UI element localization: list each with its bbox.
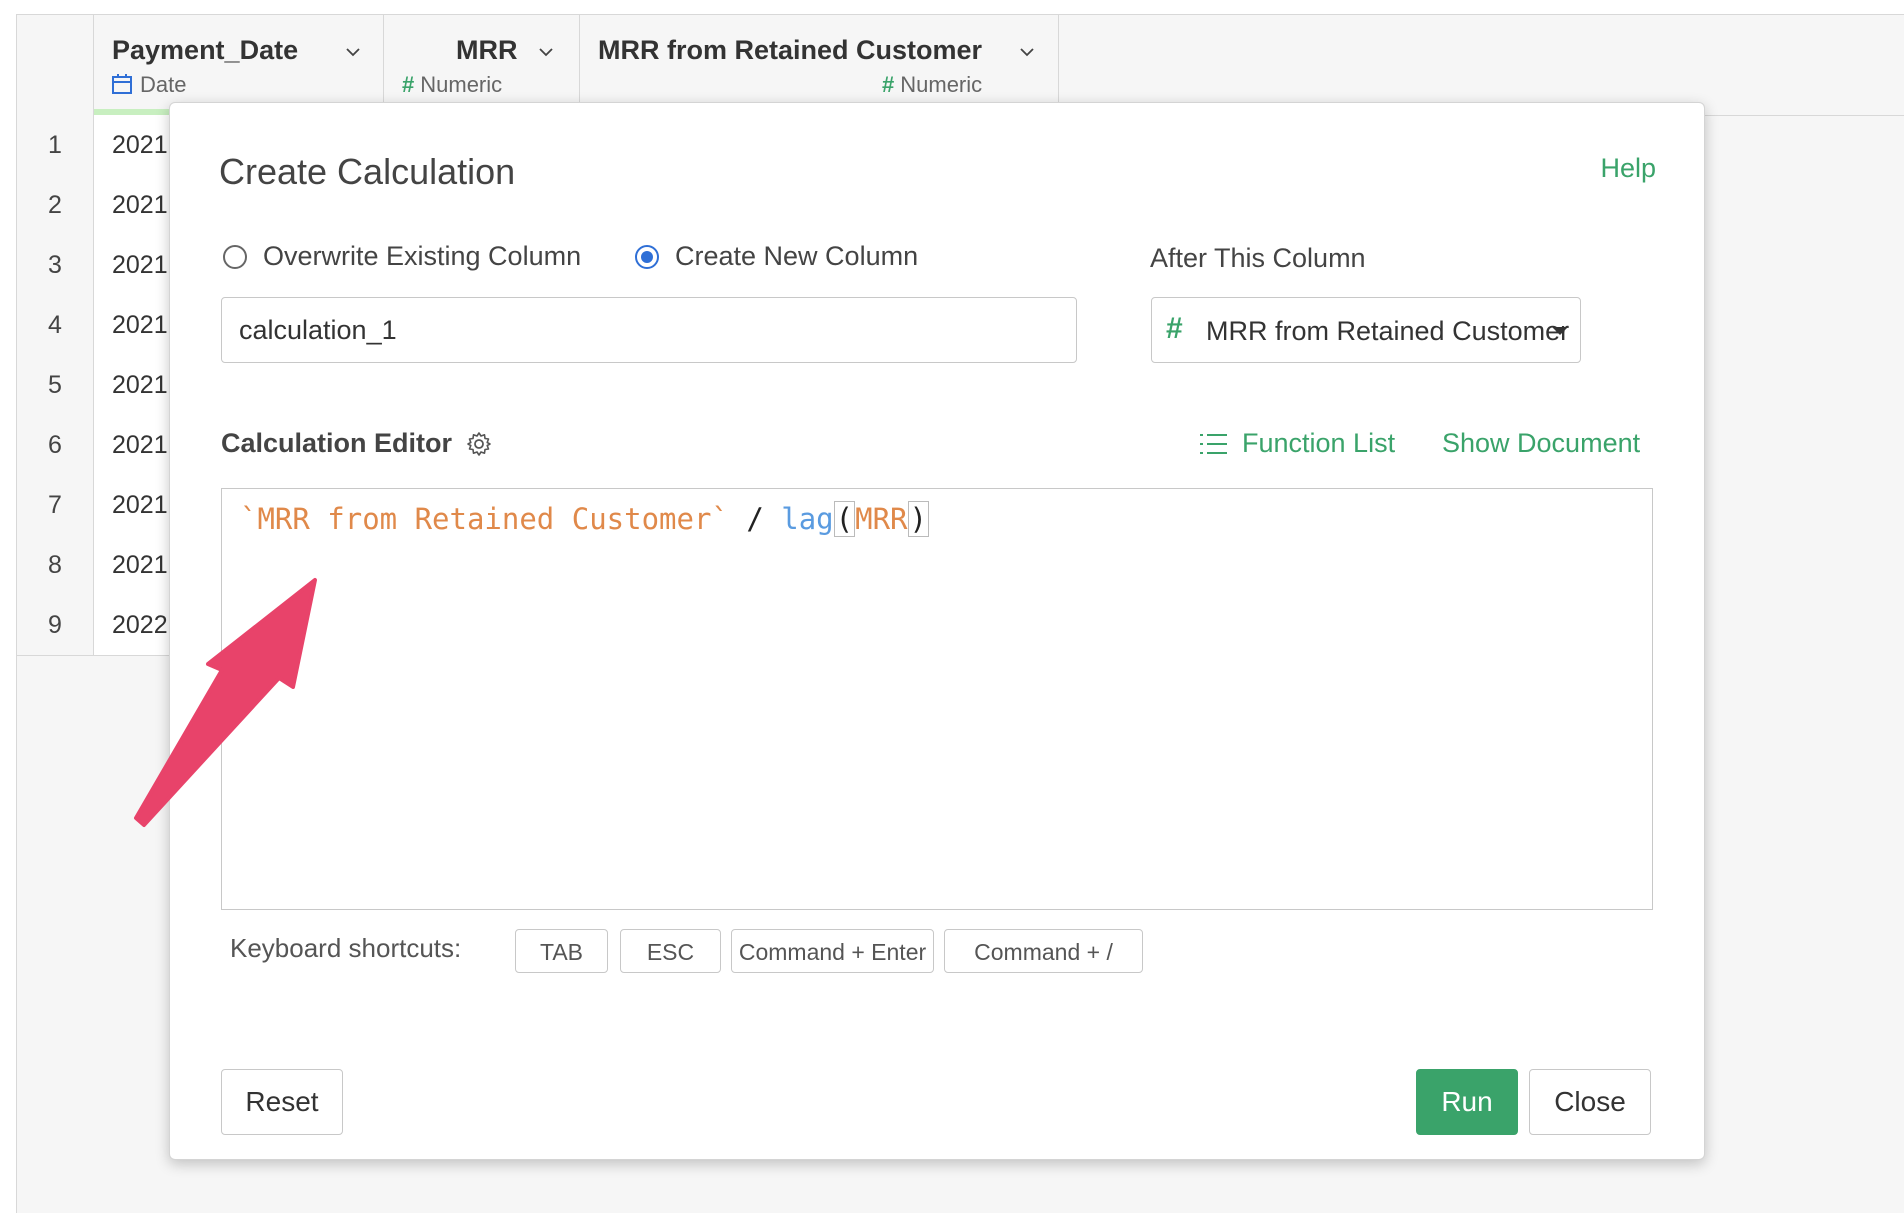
row-number: 8 — [17, 535, 94, 595]
close-button[interactable]: Close — [1529, 1069, 1651, 1135]
column-header-mrr-retained[interactable]: MRR from Retained Customer # Numeric — [580, 15, 1059, 115]
column-type: Date — [112, 72, 186, 98]
radio-label: Overwrite Existing Column — [263, 241, 582, 271]
calculation-code-editor[interactable]: `MRR from Retained Customer` / lag(MRR) — [221, 488, 1653, 910]
annotation-arrow — [134, 578, 317, 827]
code-line: `MRR from Retained Customer` / lag(MRR) — [240, 497, 929, 541]
radio-button[interactable] — [223, 244, 247, 269]
code-argument: MRR — [855, 502, 908, 536]
table-row[interactable]: 5 2021 — [17, 355, 187, 416]
create-column-option[interactable]: Create New Column — [635, 241, 918, 272]
radio-button-selected[interactable] — [635, 244, 659, 269]
new-column-name-input[interactable] — [221, 297, 1077, 363]
help-link[interactable]: Help — [1600, 153, 1656, 184]
row-number: 4 — [17, 295, 94, 355]
column-type-label: Date — [140, 72, 187, 97]
calendar-icon — [112, 74, 132, 94]
row-number: 3 — [17, 235, 94, 295]
overwrite-column-option[interactable]: Overwrite Existing Column — [223, 241, 581, 272]
column-type-label: Numeric — [900, 72, 983, 97]
reset-button[interactable]: Reset — [221, 1069, 343, 1135]
caret-down-icon — [1552, 327, 1568, 335]
numeric-hash-icon: # — [882, 72, 895, 97]
column-header-mrr[interactable]: MRR # Numeric — [384, 15, 580, 115]
table-row[interactable]: 4 2021 — [17, 295, 187, 356]
shortcut-tab: TAB — [515, 929, 608, 973]
column-name: Payment_Date — [112, 35, 299, 65]
row-number-header — [17, 15, 94, 115]
row-number: 5 — [17, 355, 94, 415]
table-row[interactable]: 3 2021 — [17, 235, 187, 296]
selected-column: MRR from Retained Customer — [1206, 316, 1570, 346]
create-calculation-dialog: Create Calculation Help Overwrite Existi… — [169, 102, 1705, 1160]
table-row[interactable]: 7 2021 — [17, 475, 187, 536]
column-type: # Numeric — [882, 72, 982, 98]
shortcut-esc: ESC — [620, 929, 721, 973]
chevron-down-icon[interactable] — [1020, 45, 1034, 59]
grid-header: Payment_Date Date MRR # Numeric MRR from … — [17, 15, 1904, 116]
after-column-select[interactable]: # MRR from Retained Customer — [1151, 297, 1581, 363]
dialog-title: Create Calculation — [219, 151, 516, 192]
table-row[interactable]: 1 2021 — [17, 115, 187, 176]
numeric-hash-icon: # — [402, 72, 415, 97]
radio-label: Create New Column — [675, 241, 919, 271]
numeric-hash-icon: # — [1166, 312, 1183, 345]
row-number: 9 — [17, 595, 94, 655]
code-function: lag — [781, 502, 834, 536]
keyboard-shortcuts-label: Keyboard shortcuts: — [230, 933, 462, 963]
shortcut-command-enter: Command + Enter — [731, 929, 934, 973]
chevron-down-icon[interactable] — [539, 45, 553, 59]
run-button[interactable]: Run — [1416, 1069, 1518, 1135]
after-column-label: After This Column — [1150, 243, 1366, 273]
function-list-text: Function List — [1242, 428, 1396, 458]
table-row[interactable]: 6 2021 — [17, 415, 187, 476]
row-number: 1 — [17, 115, 94, 175]
column-name: MRR — [456, 35, 518, 65]
column-name: MRR from Retained Customer — [598, 35, 983, 65]
column-type: # Numeric — [402, 72, 502, 98]
column-header-payment-date[interactable]: Payment_Date Date — [94, 15, 384, 115]
row-number: 6 — [17, 415, 94, 475]
show-document-link[interactable]: Show Document — [1442, 428, 1640, 459]
function-list-link[interactable]: Function List — [1200, 428, 1395, 459]
gear-icon[interactable] — [466, 431, 492, 457]
code-operator: / — [728, 502, 782, 536]
code-paren-close: ) — [907, 501, 929, 537]
list-icon — [1200, 433, 1227, 454]
column-type-label: Numeric — [420, 72, 503, 97]
shortcut-command-slash: Command + / — [944, 929, 1143, 973]
table-row[interactable]: 2 2021 — [17, 175, 187, 236]
row-number: 2 — [17, 175, 94, 235]
chevron-down-icon[interactable] — [346, 45, 360, 59]
code-paren-open: ( — [833, 501, 856, 537]
row-number: 7 — [17, 475, 94, 535]
calculation-editor-label: Calculation Editor — [221, 428, 492, 459]
code-column-reference: `MRR from Retained Customer` — [240, 502, 729, 536]
editor-label-text: Calculation Editor — [221, 428, 453, 458]
